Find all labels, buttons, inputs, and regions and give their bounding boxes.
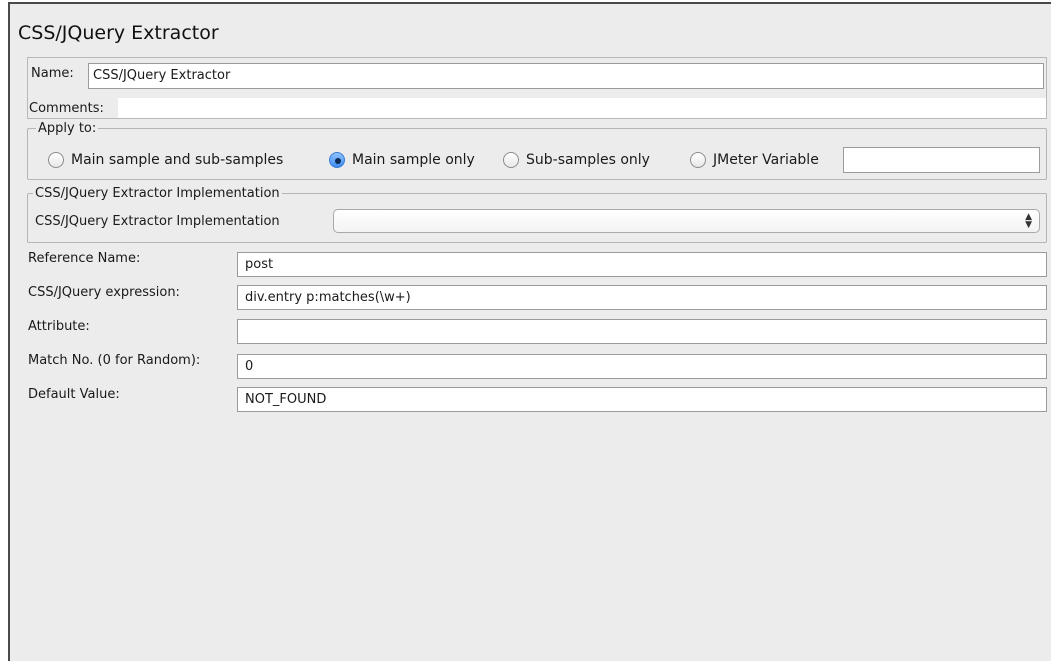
css-expression-input[interactable]: div.entry p:matches(\w+) [237, 285, 1047, 310]
radio-button-selected-icon [329, 152, 345, 168]
name-input[interactable]: CSS/JQuery Extractor [88, 63, 1044, 89]
default-value-label: Default Value: [28, 387, 120, 402]
apply-to-legend: Apply to: [36, 121, 99, 137]
radio-label: Sub-samples only [526, 152, 650, 168]
comments-input[interactable] [118, 98, 1046, 118]
radio-label: JMeter Variable [713, 152, 819, 168]
radio-main-sample-only[interactable]: Main sample only [329, 149, 475, 171]
radio-button-icon [503, 152, 519, 168]
radio-label: Main sample and sub-samples [71, 152, 284, 168]
radio-label: Main sample only [352, 152, 475, 168]
radio-jmeter-variable[interactable]: JMeter Variable [690, 149, 819, 171]
panel-title: CSS/JQuery Extractor [18, 22, 219, 44]
radio-button-icon [690, 152, 706, 168]
css-expression-label: CSS/JQuery expression: [28, 285, 180, 300]
implementation-select[interactable]: ▲ ▼ [333, 209, 1040, 233]
default-value-input[interactable]: NOT_FOUND [237, 387, 1047, 412]
match-no-input[interactable]: 0 [237, 354, 1047, 379]
radio-main-and-sub-samples[interactable]: Main sample and sub-samples [48, 149, 283, 171]
match-no-label: Match No. (0 for Random): [28, 353, 201, 368]
reference-name-label: Reference Name: [28, 251, 141, 266]
implementation-legend: CSS/JQuery Extractor Implementation [33, 186, 282, 202]
attribute-input[interactable] [237, 319, 1047, 344]
reference-name-input[interactable]: post [237, 252, 1047, 277]
attribute-label: Attribute: [28, 319, 90, 334]
jmeter-variable-input[interactable] [843, 147, 1040, 173]
name-label: Name: [31, 66, 74, 81]
radio-button-icon [48, 152, 64, 168]
up-down-chevron-icon: ▲ ▼ [1025, 212, 1032, 230]
radio-sub-samples-only[interactable]: Sub-samples only [503, 149, 650, 171]
comments-label: Comments: [29, 101, 104, 116]
implementation-label: CSS/JQuery Extractor Implementation [35, 214, 280, 229]
